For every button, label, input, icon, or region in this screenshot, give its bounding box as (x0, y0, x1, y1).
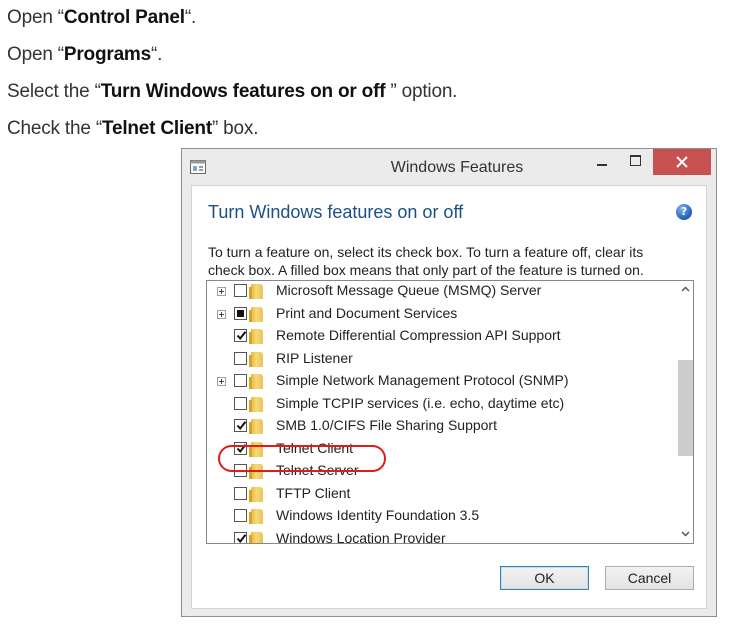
instruction-step-4: Check the “Telnet Client” box. (7, 118, 258, 140)
instruction-text: Select the “ (7, 81, 101, 102)
feature-label: Print and Document Services (276, 304, 458, 321)
feature-checkbox[interactable] (234, 284, 247, 297)
feature-checkbox[interactable] (234, 486, 247, 500)
feature-row[interactable]: Microsoft Message Queue (MSMQ) Server (207, 281, 677, 302)
feature-label: Windows Identity Foundation 3.5 (276, 507, 480, 523)
instruction-text: ” option. (385, 81, 458, 102)
folder-icon (249, 419, 263, 434)
instruction-step-2: Open “Programs“. (7, 44, 162, 66)
title-bar[interactable]: Windows Features (182, 149, 716, 185)
feature-row[interactable]: Simple Network Management Protocol (SNMP… (207, 370, 677, 392)
checkmark-icon (236, 421, 247, 431)
features-tree-list[interactable]: Windows Location Provider Windows Identit… (206, 280, 694, 544)
help-icon[interactable]: ? (676, 204, 692, 220)
instruction-bold-text: Turn Windows features on or off (100, 81, 386, 102)
instruction-step-3: Select the “Turn Windows features on or … (7, 81, 457, 103)
chevron-up-icon (681, 286, 690, 292)
feature-row[interactable]: Remote Differential Compression API Supp… (207, 325, 677, 347)
folder-icon (249, 329, 263, 344)
expand-plus-icon[interactable] (217, 287, 226, 296)
feature-row[interactable]: RIP Listener (207, 348, 677, 370)
instruction-bold-text: Telnet Client (101, 118, 212, 139)
folder-icon (249, 351, 263, 367)
ok-button[interactable]: OK (500, 566, 589, 590)
feature-checkbox[interactable] (234, 306, 247, 320)
feature-row[interactable]: Windows Identity Foundation 3.5 (207, 505, 677, 527)
folder-icon (249, 509, 263, 524)
feature-checkbox[interactable] (234, 374, 247, 387)
feature-label: SMB 1.0/CIFS File Sharing Support (276, 417, 497, 433)
feature-label: Windows Location Provider (276, 529, 446, 544)
minimize-button[interactable] (585, 149, 619, 175)
feature-checkbox[interactable] (234, 531, 247, 543)
expand-plus-icon[interactable] (217, 377, 226, 386)
highlight-circle (218, 445, 386, 472)
feature-checkbox[interactable] (234, 509, 247, 522)
dialog-description: To turn a feature on, select its check b… (208, 243, 692, 279)
feature-checkbox[interactable] (234, 351, 247, 365)
feature-label: Simple TCPIP services (i.e. echo, daytim… (276, 394, 565, 411)
vertical-scrollbar[interactable] (677, 281, 693, 543)
cancel-button[interactable]: Cancel (605, 566, 694, 590)
close-button[interactable] (653, 149, 711, 175)
feature-checkbox[interactable] (234, 329, 247, 342)
feature-row[interactable]: TFTP Client (207, 483, 677, 505)
windows-features-dialog: Windows Features Turn Windows features o… (181, 148, 717, 617)
scroll-up-button[interactable] (677, 281, 693, 298)
instruction-bold-text: Control Panel (63, 7, 185, 28)
checkmark-icon (236, 331, 247, 341)
feature-label: Remote Differential Compression API Supp… (276, 327, 561, 343)
instruction-text: “. (184, 7, 197, 28)
instruction-step-1: Open “Control Panel“. (7, 7, 196, 29)
folder-icon (249, 486, 263, 502)
dialog-content: Turn Windows features on or off ? To tur… (191, 185, 707, 609)
description-line: To turn a feature on, select its check b… (208, 244, 644, 260)
feature-row[interactable]: Simple TCPIP services (i.e. echo, daytim… (207, 393, 677, 415)
feature-label: Simple Network Management Protocol (SNMP… (276, 372, 569, 388)
feature-row[interactable]: Windows Location Provider (207, 528, 677, 544)
instruction-text: Open “ (7, 7, 64, 28)
chevron-down-icon (681, 531, 690, 537)
window-title: Windows Features (390, 159, 524, 176)
dialog-heading: Turn Windows features on or off (208, 202, 464, 222)
folder-icon (249, 531, 263, 543)
feature-label: RIP Listener (276, 349, 353, 366)
checkmark-icon (236, 533, 247, 543)
feature-label: Microsoft Message Queue (MSMQ) Server (276, 282, 542, 298)
scroll-down-button[interactable] (677, 526, 693, 543)
maximize-button[interactable] (619, 149, 653, 175)
instruction-text: Open “ (7, 44, 64, 65)
description-line: check box. A filled box means that only … (208, 262, 644, 278)
scrollbar-thumb[interactable] (678, 360, 693, 456)
feature-checkbox[interactable] (234, 396, 247, 410)
feature-row[interactable]: Print and Document Services (207, 303, 677, 325)
instruction-text: Check the “ (7, 118, 102, 139)
folder-icon (249, 306, 263, 322)
folder-icon (249, 284, 263, 299)
instruction-bold-text: Programs (63, 44, 151, 65)
instruction-text: ” box. (211, 118, 259, 139)
feature-checkbox[interactable] (234, 419, 247, 432)
control-panel-icon (190, 160, 206, 174)
close-icon (676, 156, 688, 168)
expand-plus-icon[interactable] (217, 309, 226, 319)
feature-row[interactable]: SMB 1.0/CIFS File Sharing Support (207, 415, 677, 437)
instruction-text: “. (151, 44, 163, 65)
folder-icon (249, 396, 263, 412)
feature-label: TFTP Client (276, 484, 351, 501)
folder-icon (249, 374, 263, 389)
